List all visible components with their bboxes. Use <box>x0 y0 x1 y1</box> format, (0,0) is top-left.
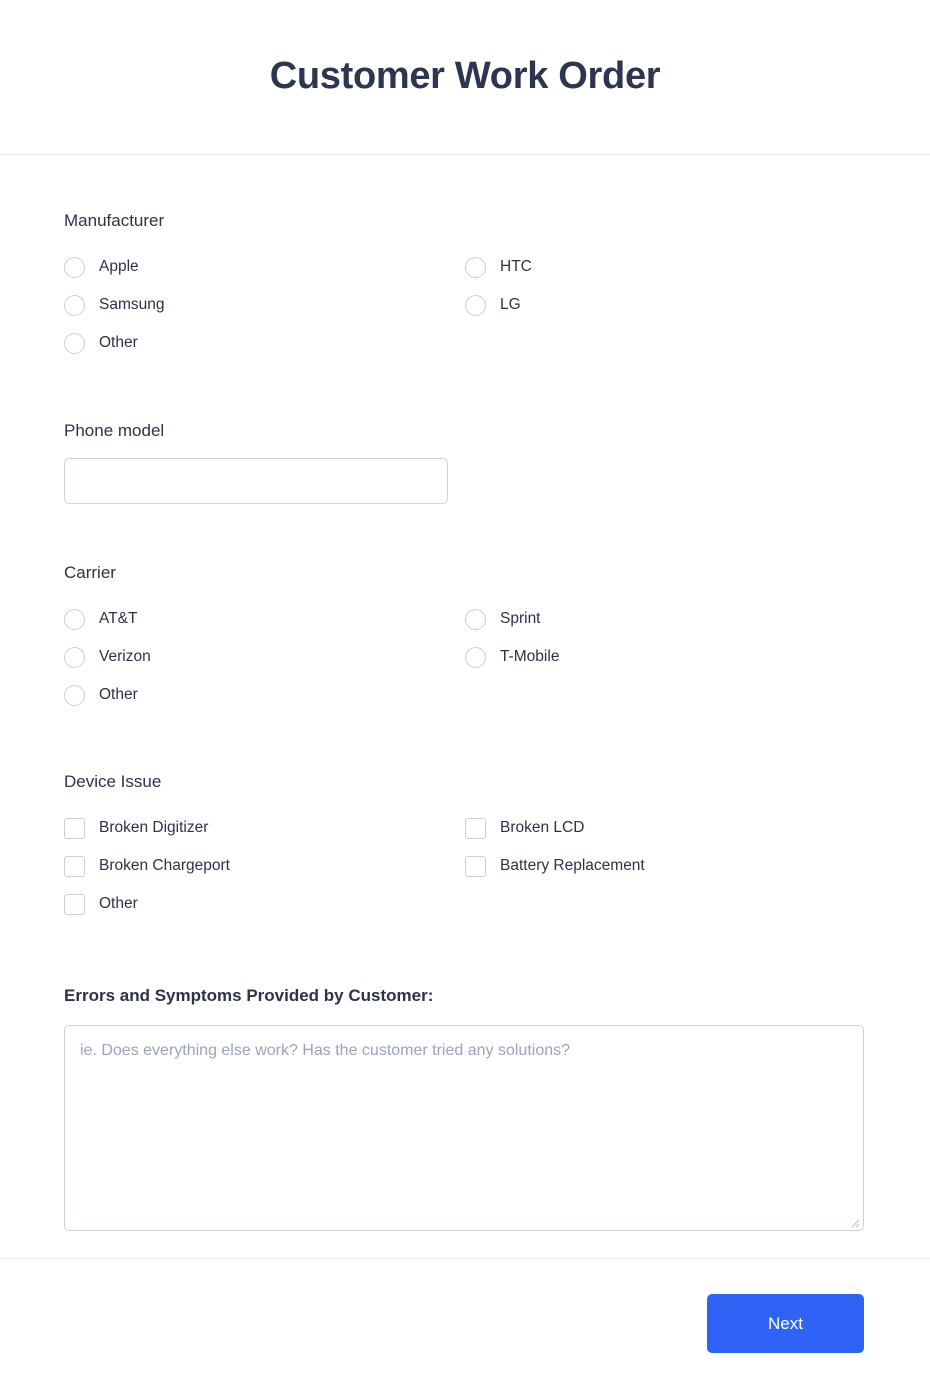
radio-option-htc[interactable]: HTC <box>465 248 866 286</box>
checkbox-option-label: Broken LCD <box>500 819 585 836</box>
manufacturer-options: Apple Samsung Other HTC LG <box>64 248 866 362</box>
work-order-page: Customer Work Order Manufacturer Apple S… <box>0 0 930 1388</box>
checkbox-icon[interactable] <box>64 855 85 877</box>
phone-model-input[interactable] <box>64 458 448 504</box>
checkbox-icon[interactable] <box>64 893 85 915</box>
checkbox-option-label: Battery Replacement <box>500 857 645 874</box>
checkbox-option-label: Broken Chargeport <box>99 857 230 874</box>
phone-model-label: Phone model <box>64 421 165 440</box>
radio-option-samsung[interactable]: Samsung <box>64 286 465 324</box>
checkbox-option-other-issue[interactable]: Other <box>64 885 465 923</box>
field-group-manufacturer: Manufacturer Apple Samsung Other HTC LG <box>64 155 866 362</box>
symptoms-textarea[interactable] <box>64 1025 864 1231</box>
checkbox-icon[interactable] <box>465 855 486 877</box>
radio-icon[interactable] <box>64 646 85 668</box>
checkbox-option-label: Other <box>99 895 138 912</box>
checkbox-option-empty-slot <box>465 885 866 923</box>
checkbox-icon[interactable] <box>465 817 486 839</box>
radio-option-other-manufacturer[interactable]: Other <box>64 324 465 362</box>
field-group-phone-model: Phone model <box>64 362 866 504</box>
checkbox-option-label: Broken Digitizer <box>99 819 209 836</box>
radio-option-label: Other <box>99 686 138 703</box>
radio-option-label: HTC <box>500 258 532 275</box>
carrier-label: Carrier <box>64 563 116 582</box>
radio-option-att[interactable]: AT&T <box>64 600 465 638</box>
next-button[interactable]: Next <box>707 1294 864 1353</box>
checkbox-icon[interactable] <box>64 817 85 839</box>
radio-option-other-carrier[interactable]: Other <box>64 676 465 714</box>
radio-icon[interactable] <box>64 294 85 316</box>
page-title: Customer Work Order <box>269 55 661 98</box>
radio-icon[interactable] <box>64 684 85 706</box>
radio-icon[interactable] <box>465 256 486 278</box>
radio-option-empty-slot <box>465 676 866 714</box>
checkbox-option-battery-replacement[interactable]: Battery Replacement <box>465 847 866 885</box>
radio-option-label: Sprint <box>500 610 541 627</box>
radio-option-tmobile[interactable]: T-Mobile <box>465 638 866 676</box>
radio-option-label: Verizon <box>99 648 151 665</box>
radio-icon[interactable] <box>64 608 85 630</box>
device-issue-label: Device Issue <box>64 772 162 791</box>
radio-icon[interactable] <box>64 256 85 278</box>
radio-option-label: Apple <box>99 258 139 275</box>
radio-option-empty-slot <box>465 324 866 362</box>
symptoms-textarea-wrap <box>64 1025 864 1231</box>
radio-option-label: Samsung <box>99 296 165 313</box>
symptoms-label: Errors and Symptoms Provided by Customer… <box>64 986 434 1005</box>
manufacturer-label: Manufacturer <box>64 211 165 230</box>
form-footer: Next <box>0 1258 930 1388</box>
checkbox-option-broken-digitizer[interactable]: Broken Digitizer <box>64 809 465 847</box>
radio-option-label: LG <box>500 296 521 313</box>
form-body: Manufacturer Apple Samsung Other HTC LG … <box>0 155 930 1258</box>
radio-option-label: T-Mobile <box>500 648 560 665</box>
field-group-carrier: Carrier AT&T Verizon Other Sprint T-Mobi… <box>64 504 866 714</box>
radio-icon[interactable] <box>465 294 486 316</box>
radio-option-verizon[interactable]: Verizon <box>64 638 465 676</box>
field-group-symptoms: Errors and Symptoms Provided by Customer… <box>64 923 866 1231</box>
radio-option-lg[interactable]: LG <box>465 286 866 324</box>
radio-option-apple[interactable]: Apple <box>64 248 465 286</box>
page-header: Customer Work Order <box>0 0 930 155</box>
field-group-device-issue: Device Issue Broken Digitizer Broken Cha… <box>64 714 866 923</box>
radio-icon[interactable] <box>465 608 486 630</box>
radio-option-label: Other <box>99 334 138 351</box>
radio-option-sprint[interactable]: Sprint <box>465 600 866 638</box>
radio-icon[interactable] <box>64 332 85 354</box>
carrier-options: AT&T Verizon Other Sprint T-Mobile <box>64 600 866 714</box>
radio-icon[interactable] <box>465 646 486 668</box>
checkbox-option-broken-chargeport[interactable]: Broken Chargeport <box>64 847 465 885</box>
radio-option-label: AT&T <box>99 610 138 627</box>
checkbox-option-broken-lcd[interactable]: Broken LCD <box>465 809 866 847</box>
device-issue-options: Broken Digitizer Broken Chargeport Other… <box>64 809 866 923</box>
